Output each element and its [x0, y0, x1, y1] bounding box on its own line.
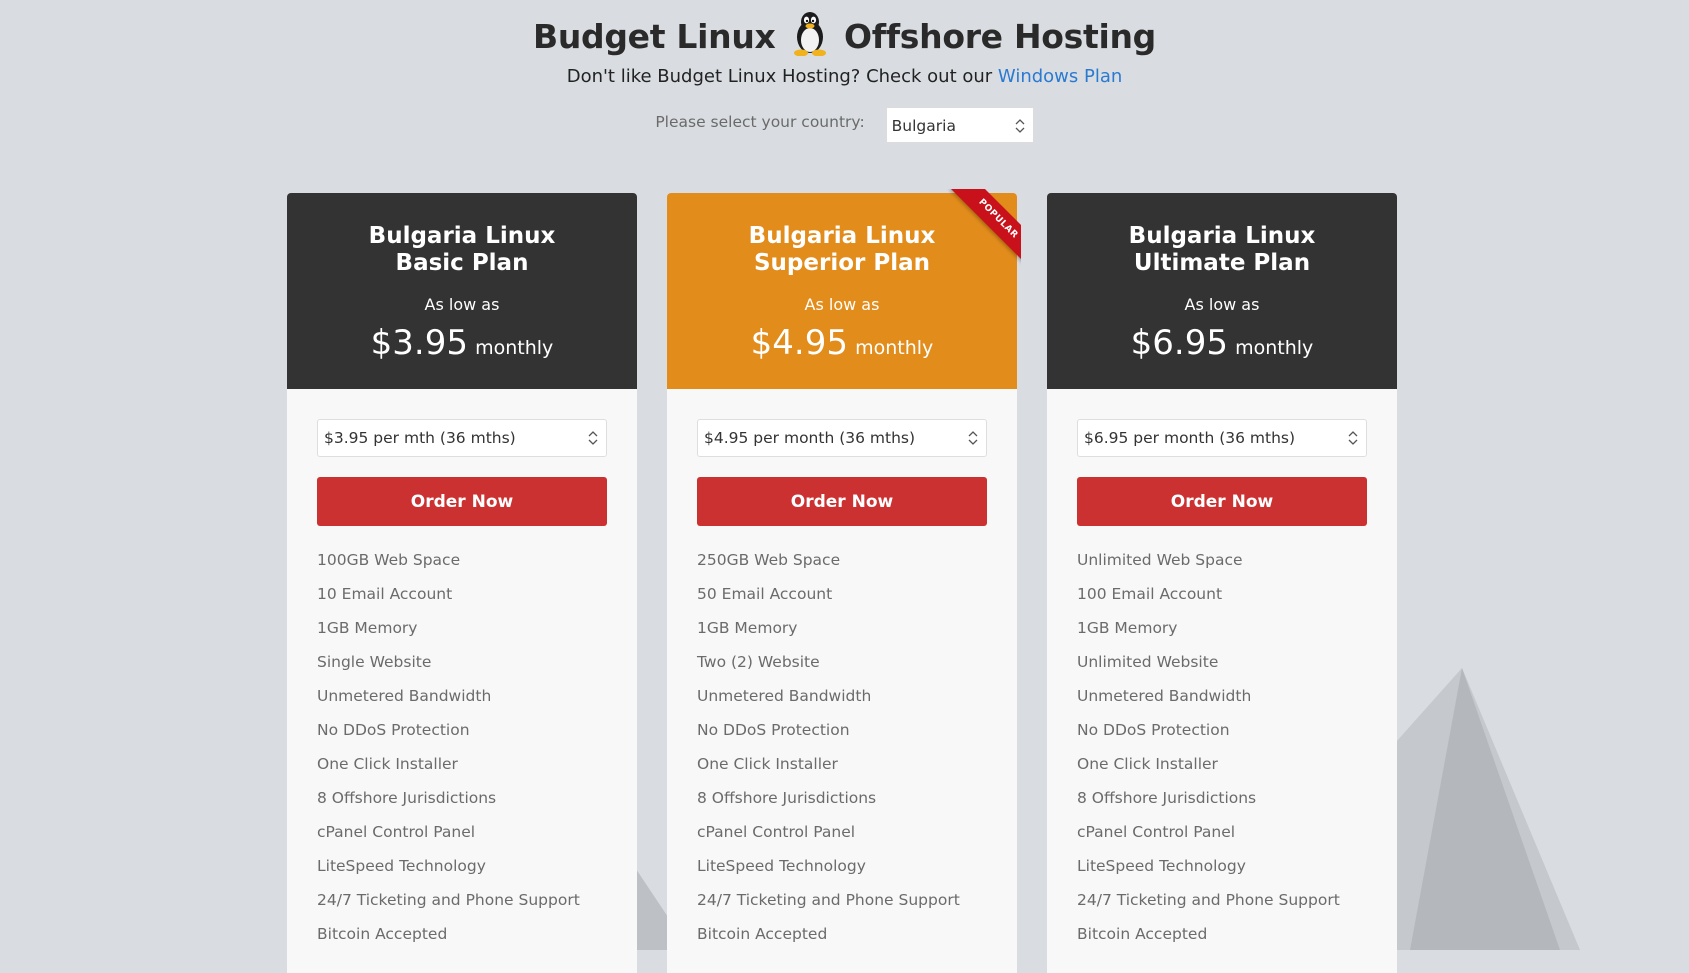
plan-name-line1: Bulgaria Linux: [368, 223, 556, 249]
plan-price: $3.95 monthly: [287, 323, 637, 363]
feature-item: 1GB Memory: [1077, 619, 1178, 637]
feature-item: 250GB Web Space: [697, 551, 841, 569]
feature-item: Bitcoin Accepted: [317, 925, 448, 943]
plan-card-ultimate: Bulgaria Linux Ultimate Plan As low as $…: [1047, 193, 1397, 973]
plan-name: Bulgaria Linux Basic Plan: [287, 223, 637, 277]
feature-item: 8 Offshore Jurisdictions: [317, 789, 497, 807]
billing-term-value: $3.95 per mth (36 mths): [324, 429, 516, 447]
feature-list: 250GB Web Space 50 Email Account 1GB Memor…: [697, 543, 960, 951]
feature-item: No DDoS Protection: [317, 721, 470, 739]
feature-item: LiteSpeed Technology: [697, 857, 866, 875]
as-low-as-label: As low as: [1184, 295, 1260, 314]
price-period: monthly: [855, 337, 934, 359]
feature-item: 8 Offshore Jurisdictions: [697, 789, 877, 807]
country-select[interactable]: Bulgaria: [885, 107, 1034, 143]
feature-list: 100GB Web Space 10 Email Account 1GB Memor…: [317, 543, 580, 951]
plan-name-line2: Superior Plan: [753, 250, 930, 276]
plan-name-line1: Bulgaria Linux: [748, 223, 936, 249]
plan-card-superior: Bulgaria Linux Superior Plan As low as $…: [667, 189, 1021, 973]
feature-item: cPanel Control Panel: [697, 823, 856, 841]
feature-item: LiteSpeed Technology: [317, 857, 486, 875]
price-period: monthly: [1235, 337, 1314, 359]
feature-item: 100 Email Account: [1077, 585, 1223, 603]
feature-item: cPanel Control Panel: [317, 823, 476, 841]
plan-price: $4.95 monthly: [667, 323, 1017, 363]
updown-chevron-icon: [1348, 431, 1358, 445]
order-now-button[interactable]: Order Now: [317, 477, 607, 526]
feature-item: Unlimited Web Space: [1077, 551, 1243, 569]
feature-item: Unmetered Bandwidth: [1077, 687, 1252, 705]
feature-item: 10 Email Account: [317, 585, 453, 603]
feature-item: One Click Installer: [697, 755, 838, 773]
feature-item: Unmetered Bandwidth: [697, 687, 872, 705]
feature-item: 24/7 Ticketing and Phone Support: [697, 891, 960, 909]
price-period: monthly: [475, 337, 554, 359]
billing-term-value: $4.95 per month (36 mths): [704, 429, 916, 447]
subtitle-text: Don't like Budget Linux Hosting? Check o…: [566, 66, 993, 87]
feature-item: 50 Email Account: [697, 585, 833, 603]
feature-item: One Click Installer: [1077, 755, 1218, 773]
billing-term-select[interactable]: $6.95 per month (36 mths): [1077, 419, 1367, 457]
updown-chevron-icon: [588, 431, 598, 445]
feature-item: 8 Offshore Jurisdictions: [1077, 789, 1257, 807]
feature-item: 24/7 Ticketing and Phone Support: [1077, 891, 1340, 909]
feature-item: 100GB Web Space: [317, 551, 461, 569]
feature-item: Bitcoin Accepted: [697, 925, 828, 943]
popular-badge: POPULAR: [950, 189, 1021, 267]
plan-name-line2: Basic Plan: [395, 250, 529, 276]
feature-item: One Click Installer: [317, 755, 458, 773]
feature-item: Two (2) Website: [697, 653, 820, 671]
plan-price: $6.95 monthly: [1047, 323, 1397, 363]
plan-name-line1: Bulgaria Linux: [1128, 223, 1316, 249]
title-left: Budget Linux: [532, 17, 776, 56]
updown-chevron-icon: [968, 431, 978, 445]
feature-list: Unlimited Web Space 100 Email Account 1GB …: [1077, 543, 1340, 951]
as-low-as-label: As low as: [804, 295, 880, 314]
price-amount: $6.95: [1130, 323, 1229, 363]
price-amount: $4.95: [750, 323, 849, 363]
billing-term-select[interactable]: $3.95 per mth (36 mths): [317, 419, 607, 457]
feature-item: LiteSpeed Technology: [1077, 857, 1246, 875]
as-low-as-label: As low as: [424, 295, 500, 314]
country-label: Please select your country:: [655, 113, 865, 131]
billing-term-select[interactable]: $4.95 per month (36 mths): [697, 419, 987, 457]
title-right: Offshore Hosting: [843, 17, 1156, 56]
feature-item: cPanel Control Panel: [1077, 823, 1236, 841]
country-selector-row: Please select your country: Bulgaria: [0, 107, 1689, 143]
tux-penguin-icon: [791, 10, 829, 64]
feature-item: 24/7 Ticketing and Phone Support: [317, 891, 580, 909]
plan-name-line2: Ultimate Plan: [1133, 250, 1311, 276]
feature-item: Unlimited Website: [1077, 653, 1219, 671]
order-now-button[interactable]: Order Now: [697, 477, 987, 526]
feature-item: No DDoS Protection: [1077, 721, 1230, 739]
plan-name: Bulgaria Linux Ultimate Plan: [1047, 223, 1397, 277]
order-now-button[interactable]: Order Now: [1077, 477, 1367, 526]
subtitle: Don't like Budget Linux Hosting? Check o…: [0, 66, 1689, 87]
billing-term-value: $6.95 per month (36 mths): [1084, 429, 1296, 447]
updown-chevron-icon: [1015, 119, 1025, 133]
popular-ribbon: POPULAR: [941, 189, 1021, 269]
feature-item: Bitcoin Accepted: [1077, 925, 1208, 943]
price-amount: $3.95: [370, 323, 469, 363]
feature-item: 1GB Memory: [317, 619, 418, 637]
feature-item: Unmetered Bandwidth: [317, 687, 492, 705]
feature-item: 1GB Memory: [697, 619, 798, 637]
windows-plan-link[interactable]: Windows Plan: [998, 66, 1122, 87]
plan-header: Bulgaria Linux Superior Plan As low as $…: [667, 189, 1021, 389]
feature-item: Single Website: [317, 653, 432, 671]
page-title: Budget Linux Offshore Hosting: [0, 10, 1689, 64]
country-select-value: Bulgaria: [891, 117, 956, 135]
plan-header: Bulgaria Linux Ultimate Plan As low as $…: [1047, 193, 1397, 389]
plan-card-basic: Bulgaria Linux Basic Plan As low as $3.9…: [287, 193, 637, 973]
feature-item: No DDoS Protection: [697, 721, 850, 739]
plan-header: Bulgaria Linux Basic Plan As low as $3.9…: [287, 193, 637, 389]
